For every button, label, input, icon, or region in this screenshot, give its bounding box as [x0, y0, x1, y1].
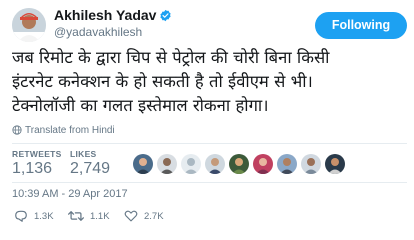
tweet-text-line: टेक्नोलॉजी का गलत इस्तेमाल रोकना होगा।	[12, 96, 269, 115]
following-button[interactable]: Following	[315, 12, 407, 39]
author-avatar[interactable]	[12, 8, 46, 42]
author-name-text[interactable]: Akhilesh Yadav	[54, 7, 156, 23]
like-count: 2.7K	[144, 210, 164, 222]
verified-badge-icon	[160, 9, 172, 22]
liker-avatar[interactable]	[157, 154, 177, 174]
retweets-stat-label: RETWEETS	[12, 149, 62, 159]
retweets-stat[interactable]: RETWEETS 1,136	[12, 149, 62, 178]
tweet-timestamp[interactable]: 10:39 AM - 29 Apr 2017	[12, 188, 128, 200]
likes-stat-value: 2,749	[70, 160, 111, 177]
liker-avatar[interactable]	[181, 154, 201, 174]
retweets-stat-value: 1,136	[12, 160, 53, 177]
liker-avatar[interactable]	[133, 154, 153, 174]
retweet-icon	[68, 211, 84, 221]
reply-button[interactable]: 1.3K	[14, 210, 54, 222]
reply-count: 1.3K	[34, 210, 54, 222]
liker-avatar[interactable]	[229, 154, 249, 174]
liker-avatar[interactable]	[253, 154, 273, 174]
retweet-button[interactable]: 1.1K	[68, 210, 110, 222]
divider	[12, 182, 407, 183]
translate-label[interactable]: Translate from Hindi	[25, 125, 115, 136]
tweet-text: जब रिमोट के द्वारा चिप से पेट्रोल की चोर…	[12, 46, 408, 118]
liker-avatar[interactable]	[325, 154, 345, 174]
globe-icon	[12, 125, 22, 135]
heart-icon	[124, 210, 138, 222]
translate-link[interactable]: Translate from Hindi	[12, 125, 115, 136]
like-button[interactable]: 2.7K	[124, 210, 164, 222]
likes-stat-label: LIKES	[70, 149, 97, 159]
liker-avatar[interactable]	[205, 154, 225, 174]
likes-stat[interactable]: LIKES 2,749	[70, 149, 110, 178]
tweet-text-line: इंटरनेट कनेक्शन के हो सकती है तो ईवीएम स…	[12, 72, 313, 91]
liker-avatar[interactable]	[301, 154, 321, 174]
retweet-count: 1.1K	[90, 210, 110, 222]
reply-icon	[15, 210, 27, 222]
divider	[12, 143, 407, 144]
tweet-text-line: जब रिमोट के द्वारा चिप से पेट्रोल की चोर…	[12, 48, 330, 67]
liker-avatar[interactable]	[277, 154, 297, 174]
author-handle[interactable]: @yadavakhilesh	[54, 25, 142, 39]
author-name[interactable]: Akhilesh Yadav	[54, 7, 172, 23]
